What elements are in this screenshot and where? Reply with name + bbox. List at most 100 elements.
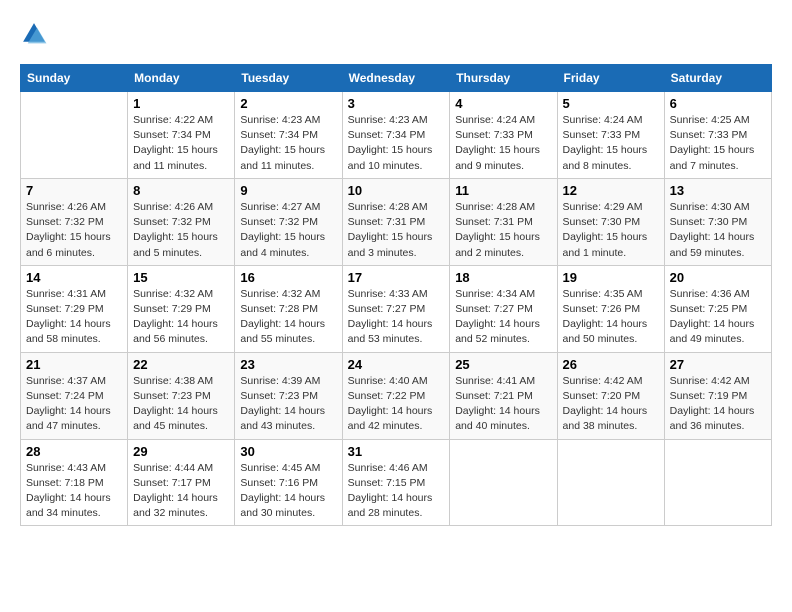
day-number: 13 xyxy=(670,183,766,198)
col-header-monday: Monday xyxy=(128,65,235,92)
day-info: Sunrise: 4:30 AM Sunset: 7:30 PM Dayligh… xyxy=(670,200,766,261)
calendar-cell: 3 Sunrise: 4:23 AM Sunset: 7:34 PM Daylig… xyxy=(342,92,450,179)
col-header-thursday: Thursday xyxy=(450,65,557,92)
day-info: Sunrise: 4:23 AM Sunset: 7:34 PM Dayligh… xyxy=(348,113,445,174)
day-info: Sunrise: 4:29 AM Sunset: 7:30 PM Dayligh… xyxy=(563,200,659,261)
calendar-cell: 13 Sunrise: 4:30 AM Sunset: 7:30 PM Dayli… xyxy=(664,178,771,265)
calendar-week-row: 7 Sunrise: 4:26 AM Sunset: 7:32 PM Daylig… xyxy=(21,178,772,265)
calendar-cell: 11Sunrise: 4:28 AM Sunset: 7:31 PM Dayli… xyxy=(450,178,557,265)
calendar-header-row: SundayMondayTuesdayWednesdayThursdayFrid… xyxy=(21,65,772,92)
day-number: 29 xyxy=(133,444,229,459)
day-info: Sunrise: 4:23 AM Sunset: 7:34 PM Dayligh… xyxy=(240,113,336,174)
day-info: Sunrise: 4:28 AM Sunset: 7:31 PM Dayligh… xyxy=(455,200,551,261)
day-number: 16 xyxy=(240,270,336,285)
day-number: 10 xyxy=(348,183,445,198)
calendar-week-row: 28 Sunrise: 4:43 AM Sunset: 7:18 PM Dayli… xyxy=(21,439,772,526)
day-number: 17 xyxy=(348,270,445,285)
day-number: 4 xyxy=(455,96,551,111)
day-info: Sunrise: 4:40 AM Sunset: 7:22 PM Dayligh… xyxy=(348,374,445,435)
day-info: Sunrise: 4:41 AM Sunset: 7:21 PM Dayligh… xyxy=(455,374,551,435)
day-info: Sunrise: 4:32 AM Sunset: 7:28 PM Dayligh… xyxy=(240,287,336,348)
col-header-saturday: Saturday xyxy=(664,65,771,92)
day-info: Sunrise: 4:27 AM Sunset: 7:32 PM Dayligh… xyxy=(240,200,336,261)
day-number: 2 xyxy=(240,96,336,111)
day-number: 9 xyxy=(240,183,336,198)
day-info: Sunrise: 4:38 AM Sunset: 7:23 PM Dayligh… xyxy=(133,374,229,435)
day-info: Sunrise: 4:24 AM Sunset: 7:33 PM Dayligh… xyxy=(563,113,659,174)
page-header xyxy=(20,20,772,48)
col-header-wednesday: Wednesday xyxy=(342,65,450,92)
calendar-cell: 2 Sunrise: 4:23 AM Sunset: 7:34 PM Daylig… xyxy=(235,92,342,179)
calendar-cell: 9 Sunrise: 4:27 AM Sunset: 7:32 PM Daylig… xyxy=(235,178,342,265)
day-info: Sunrise: 4:32 AM Sunset: 7:29 PM Dayligh… xyxy=(133,287,229,348)
day-number: 20 xyxy=(670,270,766,285)
calendar-cell: 5Sunrise: 4:24 AM Sunset: 7:33 PM Daylig… xyxy=(557,92,664,179)
day-number: 3 xyxy=(348,96,445,111)
day-info: Sunrise: 4:45 AM Sunset: 7:16 PM Dayligh… xyxy=(240,461,336,522)
day-info: Sunrise: 4:26 AM Sunset: 7:32 PM Dayligh… xyxy=(133,200,229,261)
logo-icon xyxy=(20,20,48,48)
day-number: 8 xyxy=(133,183,229,198)
day-info: Sunrise: 4:28 AM Sunset: 7:31 PM Dayligh… xyxy=(348,200,445,261)
day-number: 14 xyxy=(26,270,122,285)
day-number: 7 xyxy=(26,183,122,198)
calendar-cell: 17 Sunrise: 4:33 AM Sunset: 7:27 PM Dayli… xyxy=(342,265,450,352)
calendar-cell: 16 Sunrise: 4:32 AM Sunset: 7:28 PM Dayli… xyxy=(235,265,342,352)
col-header-sunday: Sunday xyxy=(21,65,128,92)
calendar-cell: 28 Sunrise: 4:43 AM Sunset: 7:18 PM Dayli… xyxy=(21,439,128,526)
calendar-cell: 4 Sunrise: 4:24 AM Sunset: 7:33 PM Daylig… xyxy=(450,92,557,179)
calendar-cell: 18 Sunrise: 4:34 AM Sunset: 7:27 PM Dayli… xyxy=(450,265,557,352)
day-info: Sunrise: 4:22 AM Sunset: 7:34 PM Dayligh… xyxy=(133,113,229,174)
day-info: Sunrise: 4:39 AM Sunset: 7:23 PM Dayligh… xyxy=(240,374,336,435)
calendar-table: SundayMondayTuesdayWednesdayThursdayFrid… xyxy=(20,64,772,526)
day-number: 22 xyxy=(133,357,229,372)
day-number: 26 xyxy=(563,357,659,372)
day-info: Sunrise: 4:42 AM Sunset: 7:20 PM Dayligh… xyxy=(563,374,659,435)
calendar-cell: 23 Sunrise: 4:39 AM Sunset: 7:23 PM Dayli… xyxy=(235,352,342,439)
calendar-cell: 31Sunrise: 4:46 AM Sunset: 7:15 PM Dayli… xyxy=(342,439,450,526)
day-number: 18 xyxy=(455,270,551,285)
col-header-friday: Friday xyxy=(557,65,664,92)
day-info: Sunrise: 4:34 AM Sunset: 7:27 PM Dayligh… xyxy=(455,287,551,348)
calendar-cell: 30 Sunrise: 4:45 AM Sunset: 7:16 PM Dayli… xyxy=(235,439,342,526)
calendar-cell xyxy=(21,92,128,179)
day-info: Sunrise: 4:24 AM Sunset: 7:33 PM Dayligh… xyxy=(455,113,551,174)
calendar-cell: 15 Sunrise: 4:32 AM Sunset: 7:29 PM Dayli… xyxy=(128,265,235,352)
day-info: Sunrise: 4:36 AM Sunset: 7:25 PM Dayligh… xyxy=(670,287,766,348)
calendar-cell: 19Sunrise: 4:35 AM Sunset: 7:26 PM Dayli… xyxy=(557,265,664,352)
calendar-cell: 21Sunrise: 4:37 AM Sunset: 7:24 PM Dayli… xyxy=(21,352,128,439)
day-info: Sunrise: 4:26 AM Sunset: 7:32 PM Dayligh… xyxy=(26,200,122,261)
calendar-week-row: 14 Sunrise: 4:31 AM Sunset: 7:29 PM Dayli… xyxy=(21,265,772,352)
col-header-tuesday: Tuesday xyxy=(235,65,342,92)
day-info: Sunrise: 4:42 AM Sunset: 7:19 PM Dayligh… xyxy=(670,374,766,435)
calendar-cell: 26 Sunrise: 4:42 AM Sunset: 7:20 PM Dayli… xyxy=(557,352,664,439)
day-number: 15 xyxy=(133,270,229,285)
calendar-cell: 27Sunrise: 4:42 AM Sunset: 7:19 PM Dayli… xyxy=(664,352,771,439)
calendar-cell xyxy=(664,439,771,526)
day-number: 24 xyxy=(348,357,445,372)
day-info: Sunrise: 4:43 AM Sunset: 7:18 PM Dayligh… xyxy=(26,461,122,522)
calendar-cell: 29Sunrise: 4:44 AM Sunset: 7:17 PM Dayli… xyxy=(128,439,235,526)
calendar-week-row: 21Sunrise: 4:37 AM Sunset: 7:24 PM Dayli… xyxy=(21,352,772,439)
calendar-cell: 20 Sunrise: 4:36 AM Sunset: 7:25 PM Dayli… xyxy=(664,265,771,352)
day-info: Sunrise: 4:46 AM Sunset: 7:15 PM Dayligh… xyxy=(348,461,445,522)
calendar-cell: 12 Sunrise: 4:29 AM Sunset: 7:30 PM Dayli… xyxy=(557,178,664,265)
calendar-body: 1 Sunrise: 4:22 AM Sunset: 7:34 PM Daylig… xyxy=(21,92,772,526)
calendar-cell: 24 Sunrise: 4:40 AM Sunset: 7:22 PM Dayli… xyxy=(342,352,450,439)
logo xyxy=(20,20,52,48)
day-number: 23 xyxy=(240,357,336,372)
day-number: 1 xyxy=(133,96,229,111)
day-info: Sunrise: 4:33 AM Sunset: 7:27 PM Dayligh… xyxy=(348,287,445,348)
day-info: Sunrise: 4:35 AM Sunset: 7:26 PM Dayligh… xyxy=(563,287,659,348)
calendar-week-row: 1 Sunrise: 4:22 AM Sunset: 7:34 PM Daylig… xyxy=(21,92,772,179)
calendar-cell: 1 Sunrise: 4:22 AM Sunset: 7:34 PM Daylig… xyxy=(128,92,235,179)
calendar-cell: 7 Sunrise: 4:26 AM Sunset: 7:32 PM Daylig… xyxy=(21,178,128,265)
calendar-cell: 10 Sunrise: 4:28 AM Sunset: 7:31 PM Dayli… xyxy=(342,178,450,265)
day-info: Sunrise: 4:31 AM Sunset: 7:29 PM Dayligh… xyxy=(26,287,122,348)
day-number: 21 xyxy=(26,357,122,372)
day-info: Sunrise: 4:25 AM Sunset: 7:33 PM Dayligh… xyxy=(670,113,766,174)
day-number: 30 xyxy=(240,444,336,459)
calendar-cell: 22 Sunrise: 4:38 AM Sunset: 7:23 PM Dayli… xyxy=(128,352,235,439)
day-number: 28 xyxy=(26,444,122,459)
day-number: 12 xyxy=(563,183,659,198)
